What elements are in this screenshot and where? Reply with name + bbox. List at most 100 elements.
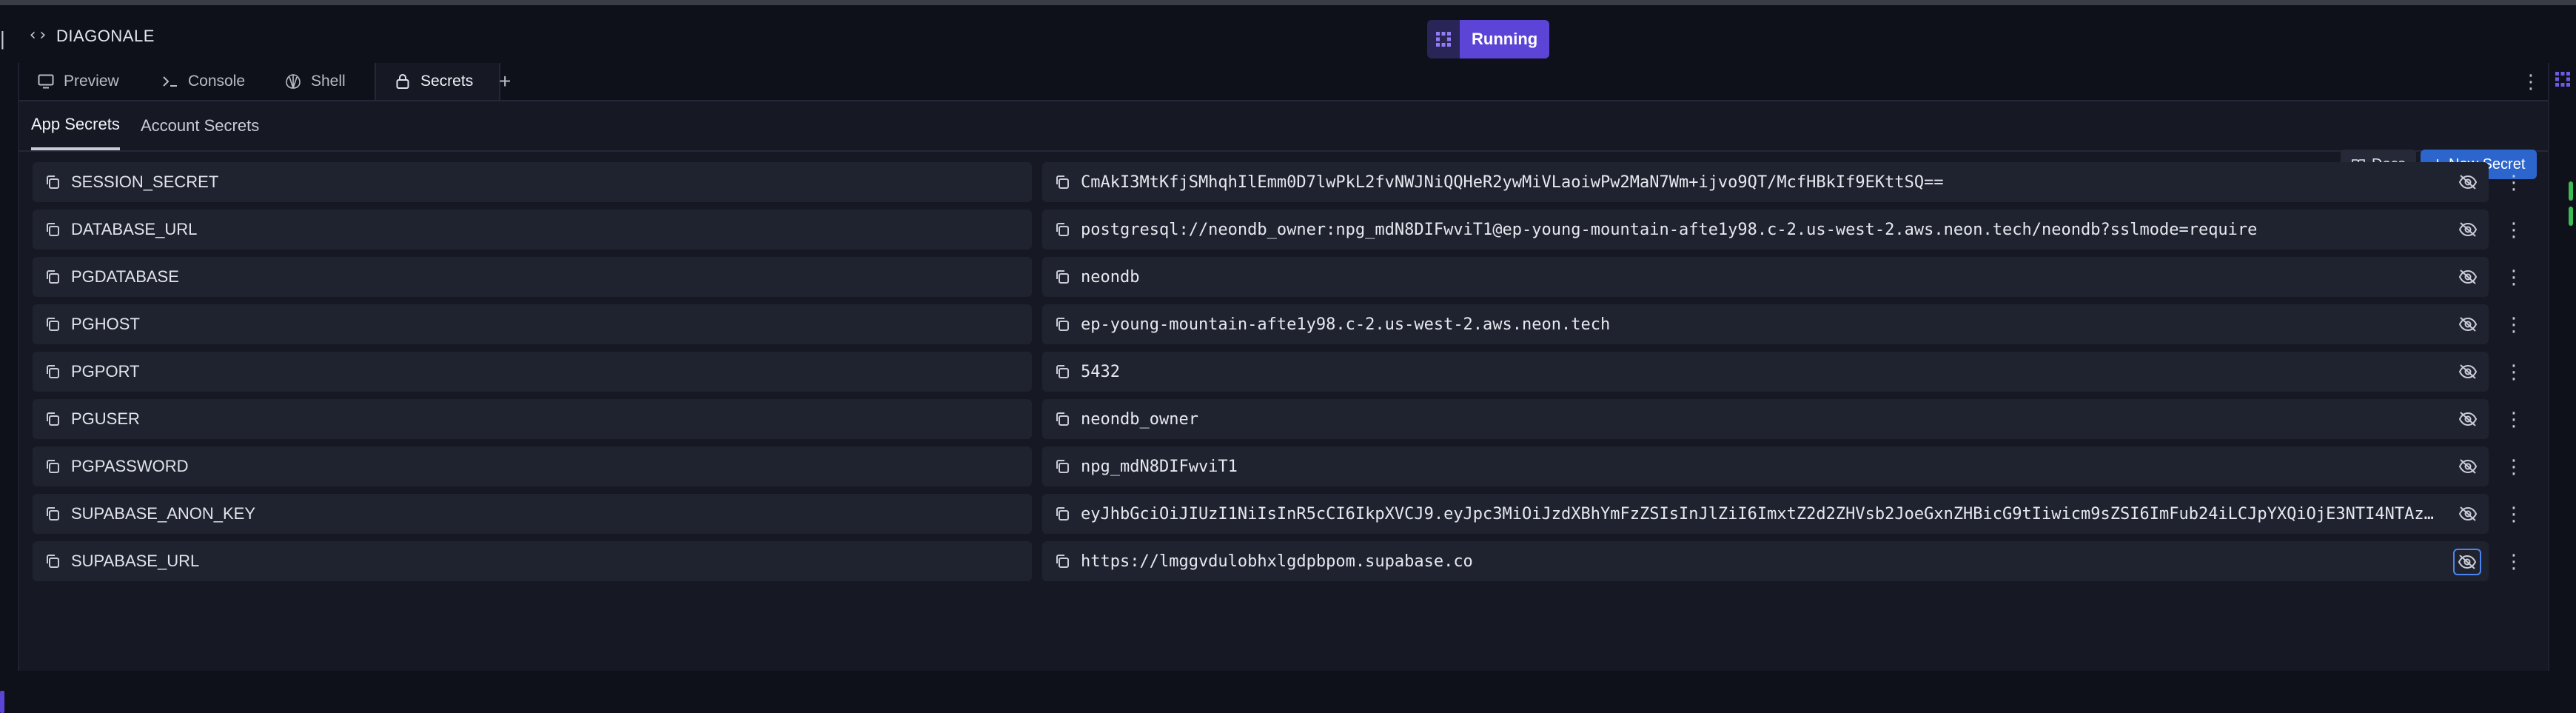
copy-icon[interactable] <box>1051 361 1073 383</box>
copy-icon[interactable] <box>41 503 64 525</box>
secret-row-menu-button[interactable]: ⋮ <box>2499 162 2529 202</box>
secret-row: SESSION_SECRET CmAkI3MtKfjSMhqhIlEmm0D7lw… <box>19 159 2548 207</box>
secret-key-field[interactable]: DATABASE_URL <box>33 210 1032 250</box>
more-vertical-icon: ⋮ <box>2504 502 2523 525</box>
more-vertical-icon: ⋮ <box>2504 407 2523 430</box>
more-vertical-icon: ⋮ <box>2504 360 2523 383</box>
hide-value-eye-off-icon[interactable] <box>2455 359 2481 384</box>
secret-key-field[interactable]: PGPORT <box>33 352 1032 392</box>
more-vertical-icon: ⋮ <box>2504 312 2523 335</box>
run-status-icon[interactable] <box>1427 20 1460 58</box>
secret-value: https://lmggvdulobhxlgdpbpom.supabase.co <box>1081 552 1473 571</box>
secret-row-menu-button[interactable]: ⋮ <box>2499 210 2529 250</box>
tab-preview[interactable]: Preview <box>28 63 128 100</box>
code-brackets-icon: ‹› <box>27 26 48 44</box>
grid-icon[interactable] <box>2554 70 2572 88</box>
hide-value-eye-off-icon[interactable] <box>2455 312 2481 337</box>
secret-row-menu-button[interactable]: ⋮ <box>2499 257 2529 297</box>
secret-row-menu-button[interactable]: ⋮ <box>2499 399 2529 439</box>
run-control[interactable]: Running <box>1427 20 1550 58</box>
secret-key-field[interactable]: PGHOST <box>33 304 1032 344</box>
hide-value-eye-off-icon[interactable] <box>2453 549 2481 575</box>
tab-console[interactable]: Console <box>152 63 254 100</box>
secret-key: DATABASE_URL <box>71 220 198 238</box>
secret-key-field[interactable]: SUPABASE_URL <box>33 541 1032 581</box>
tab-label: Console <box>188 73 246 90</box>
copy-icon[interactable] <box>1051 313 1073 335</box>
secret-value: neondb <box>1081 267 1140 287</box>
copy-icon[interactable] <box>1051 503 1073 525</box>
more-vertical-icon: ⋮ <box>2521 70 2540 93</box>
secret-row: DATABASE_URL postgresql://neondb_owner:np… <box>19 207 2548 254</box>
subtab-account-secrets[interactable]: Account Secrets <box>141 101 259 150</box>
copy-icon[interactable] <box>41 361 64 383</box>
subtab-app-secrets[interactable]: App Secrets <box>31 101 120 150</box>
shell-icon <box>284 73 302 90</box>
secret-key: PGPORT <box>71 362 140 381</box>
hide-value-eye-off-icon[interactable] <box>2455 454 2481 479</box>
copy-icon[interactable] <box>1051 455 1073 478</box>
secret-key-field[interactable]: PGUSER <box>33 399 1032 439</box>
copy-icon[interactable] <box>41 171 64 193</box>
secret-row-menu-button[interactable]: ⋮ <box>2499 304 2529 344</box>
more-vertical-icon: ⋮ <box>2504 265 2523 288</box>
hide-value-eye-off-icon[interactable] <box>2455 406 2481 432</box>
copy-icon[interactable] <box>1051 218 1073 241</box>
secret-row-menu-button[interactable]: ⋮ <box>2499 446 2529 486</box>
tab-shell[interactable]: Shell <box>275 63 355 100</box>
secret-key: PGDATABASE <box>71 267 179 286</box>
secrets-list: SESSION_SECRET CmAkI3MtKfjSMhqhIlEmm0D7lw… <box>19 159 2548 586</box>
hide-value-eye-off-icon[interactable] <box>2455 501 2481 526</box>
copy-icon[interactable] <box>41 218 64 241</box>
monitor-icon <box>37 73 55 90</box>
running-button[interactable]: Running <box>1460 20 1550 58</box>
secret-key-field[interactable]: PGPASSWORD <box>33 446 1032 486</box>
tab-label: Secrets <box>420 73 474 90</box>
secret-key-field[interactable]: SESSION_SECRET <box>33 162 1032 202</box>
add-tab-button[interactable]: + <box>499 63 511 100</box>
tab-label: Preview <box>64 73 119 90</box>
secret-value-field[interactable]: eyJhbGciOiJIUzI1NiIsInR5cCI6IkpXVCJ9.eyJ… <box>1042 494 2489 534</box>
left-sidebar-strip <box>0 63 19 713</box>
copy-icon[interactable] <box>41 313 64 335</box>
secret-key: PGPASSWORD <box>71 457 189 475</box>
copy-icon[interactable] <box>1051 408 1073 430</box>
status-marker-green <box>2569 181 2573 201</box>
secret-key: SUPABASE_ANON_KEY <box>71 504 256 523</box>
secret-row: SUPABASE_URL https://lmggvdulobhxlgdpbpom… <box>19 538 2548 586</box>
secret-key-field[interactable]: PGDATABASE <box>33 257 1032 297</box>
secret-row-menu-button[interactable]: ⋮ <box>2499 494 2529 534</box>
copy-icon[interactable] <box>1051 550 1073 572</box>
copy-icon[interactable] <box>41 550 64 572</box>
hide-value-eye-off-icon[interactable] <box>2455 217 2481 242</box>
secret-row: PGUSER neondb_owner ⋮ <box>19 396 2548 443</box>
secret-value-field[interactable]: neondb_owner <box>1042 399 2489 439</box>
secret-value: eyJhbGciOiJIUzI1NiIsInR5cCI6IkpXVCJ9.eyJ… <box>1081 504 2434 523</box>
secret-row-menu-button[interactable]: ⋮ <box>2499 541 2529 581</box>
secret-value-field[interactable]: neondb <box>1042 257 2489 297</box>
secret-value-field[interactable]: https://lmggvdulobhxlgdpbpom.supabase.co <box>1042 541 2489 581</box>
secret-value-field[interactable]: postgresql://neondb_owner:npg_mdN8DIFwvi… <box>1042 210 2489 250</box>
hide-value-eye-off-icon[interactable] <box>2455 170 2481 195</box>
secret-value-field[interactable]: ep-young-mountain-afte1y98.c-2.us-west-2… <box>1042 304 2489 344</box>
plus-icon: + <box>499 70 511 93</box>
more-vertical-icon: ⋮ <box>2504 218 2523 241</box>
tab-bar-menu-button[interactable]: ⋮ <box>2521 63 2540 100</box>
secret-value-field[interactable]: 5432 <box>1042 352 2489 392</box>
tab-secrets[interactable]: Secrets <box>375 63 500 100</box>
secret-value-field[interactable]: npg_mdN8DIFwviT1 <box>1042 446 2489 486</box>
copy-icon[interactable] <box>1051 266 1073 288</box>
secret-key: SESSION_SECRET <box>71 173 219 191</box>
secret-row-menu-button[interactable]: ⋮ <box>2499 352 2529 392</box>
more-vertical-icon: ⋮ <box>2504 549 2523 572</box>
copy-icon[interactable] <box>41 455 64 478</box>
secret-row: PGPASSWORD npg_mdN8DIFwviT1 ⋮ <box>19 443 2548 491</box>
lock-icon <box>394 73 412 90</box>
secret-key-field[interactable]: SUPABASE_ANON_KEY <box>33 494 1032 534</box>
copy-icon[interactable] <box>1051 171 1073 193</box>
secret-value-field[interactable]: CmAkI3MtKfjSMhqhIlEmm0D7lwPkL2fvNWJNiQQH… <box>1042 162 2489 202</box>
hide-value-eye-off-icon[interactable] <box>2455 264 2481 289</box>
secret-value: postgresql://neondb_owner:npg_mdN8DIFwvi… <box>1081 220 2258 239</box>
copy-icon[interactable] <box>41 266 64 288</box>
copy-icon[interactable] <box>41 408 64 430</box>
